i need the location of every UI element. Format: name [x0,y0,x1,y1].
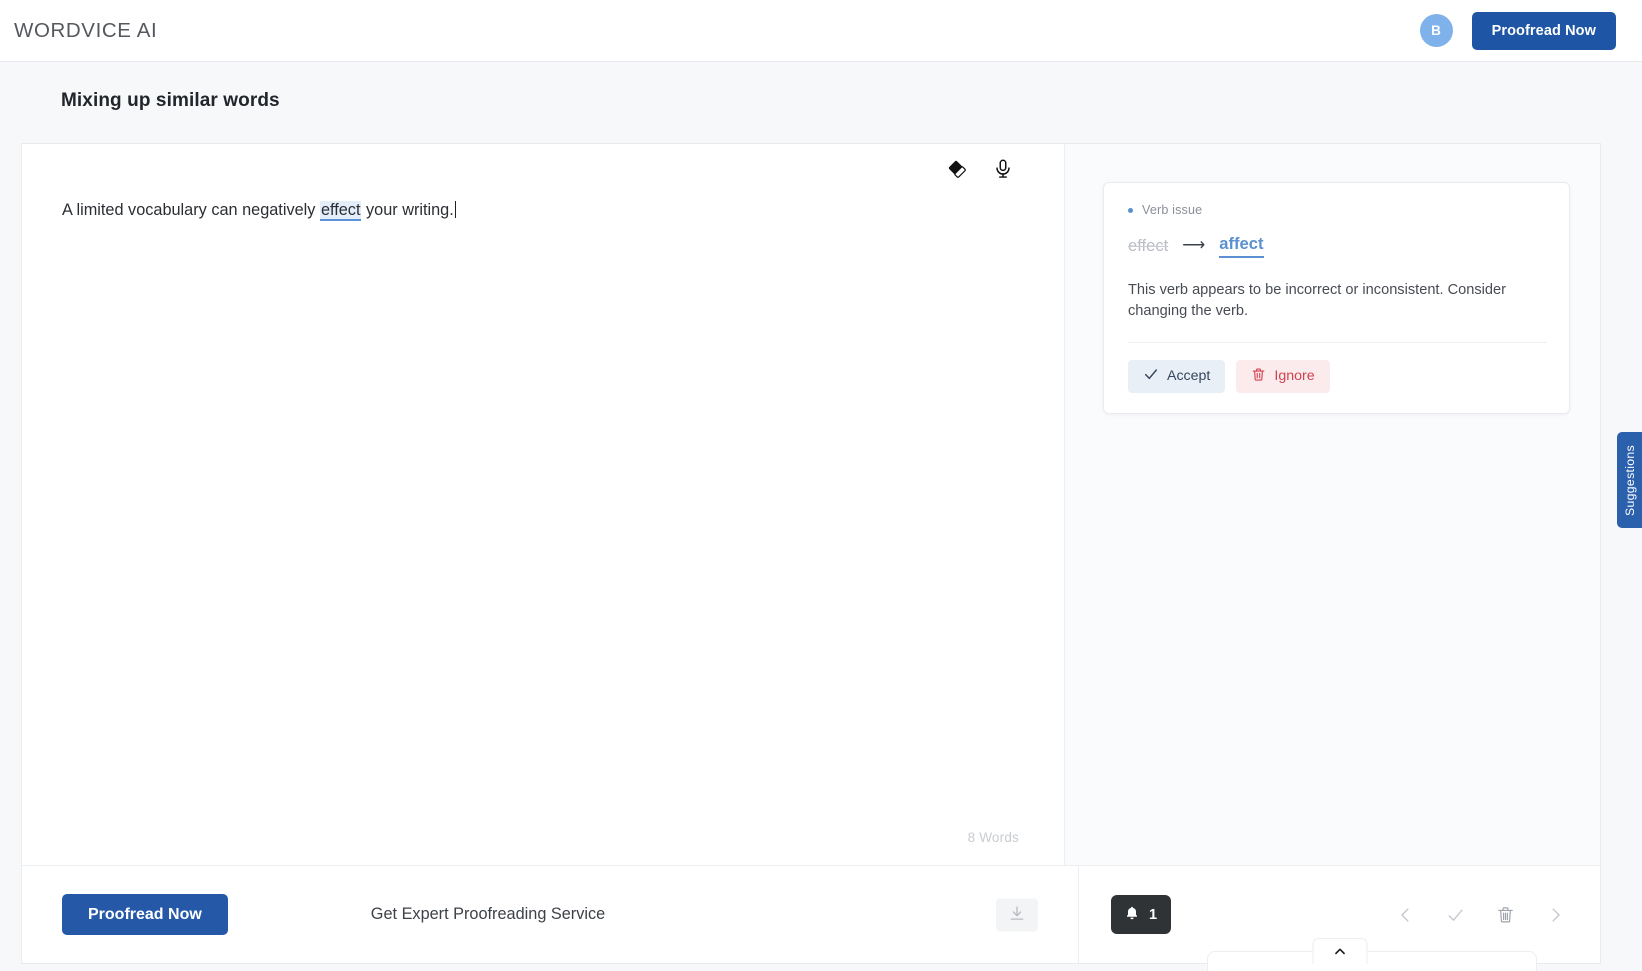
topbar-actions: B Proofread Now [1419,11,1616,50]
expert-service-label[interactable]: Get Expert Proofreading Service [371,905,605,924]
editor-text-after: your writing. [361,201,454,219]
highlighted-error-word[interactable]: effect [319,201,362,221]
bell-icon [1124,905,1140,925]
editor-text[interactable]: A limited vocabulary can negatively effe… [62,198,1024,223]
next-suggestion-button[interactable] [1543,902,1568,927]
editor-text-before: A limited vocabulary can negatively [62,201,320,219]
check-icon [1446,905,1465,924]
notification-badge[interactable]: 1 [1111,895,1171,934]
page-title: Mixing up similar words [61,90,280,111]
suggestion-card[interactable]: Verb issue effect ⟶ affect This verb app… [1103,182,1570,414]
notification-count: 1 [1149,906,1158,923]
check-icon [1143,366,1159,386]
suggestion-replacement: effect ⟶ affect [1128,234,1547,258]
accept-suggestion-nav-button[interactable] [1443,902,1468,927]
collapsed-panel-edge [1207,951,1537,971]
suggestion-nav-controls [1393,902,1568,927]
avatar[interactable]: B [1419,14,1453,47]
suggestions-side-tab-label: Suggestions [1622,444,1637,516]
suggestion-type-label: Verb issue [1142,203,1203,217]
arrow-right-icon: ⟶ [1182,237,1206,254]
expand-panel-button[interactable] [1312,938,1367,964]
top-navigation-bar: WORDVICE AI B Proofread Now [0,0,1642,62]
trash-icon [1496,905,1515,924]
workspace: A limited vocabulary can negatively effe… [21,143,1601,865]
chevron-right-icon [1546,905,1565,924]
suggestion-actions: Accept Ignore [1128,359,1547,393]
accept-button[interactable]: Accept [1128,359,1226,393]
suggested-word[interactable]: affect [1219,234,1264,258]
previous-suggestion-button[interactable] [1393,902,1418,927]
delete-suggestion-button[interactable] [1493,902,1518,927]
bullet-dot-icon [1128,207,1133,213]
microphone-button[interactable] [990,156,1016,182]
bottom-bar-right: 1 [1079,866,1600,971]
suggestion-type: Verb issue [1128,203,1547,217]
chevron-left-icon [1396,905,1415,924]
proofread-now-button-footer[interactable]: Proofread Now [62,894,228,935]
ignore-button-label: Ignore [1274,368,1315,385]
download-icon [1008,904,1026,925]
text-caret [454,201,456,218]
suggestions-side-tab[interactable]: Suggestions [1617,432,1642,528]
microphone-icon [992,158,1014,180]
bottom-bar-left: Proofread Now Get Expert Proofreading Se… [22,866,1079,963]
ignore-button[interactable]: Ignore [1236,359,1330,393]
download-button[interactable] [996,898,1038,931]
chevron-up-icon [1332,944,1347,964]
suggestion-divider [1128,341,1547,343]
proofread-now-button-header[interactable]: Proofread Now [1471,11,1616,50]
suggestion-description: This verb appears to be incorrect or inc… [1128,282,1506,319]
editor-pane[interactable]: A limited vocabulary can negatively effe… [22,144,1065,865]
eraser-icon [946,158,968,180]
trash-icon [1251,367,1266,386]
accept-button-label: Accept [1167,368,1211,385]
editor-toolbar [944,156,1016,182]
bottom-bar: Proofread Now Get Expert Proofreading Se… [21,865,1601,971]
eraser-button[interactable] [944,156,970,182]
suggestions-pane: Verb issue effect ⟶ affect This verb app… [1065,144,1600,865]
wordvice-logo[interactable]: WORDVICE AI [14,19,157,43]
word-count: 8 Words [967,830,1019,845]
original-word: effect [1128,236,1169,255]
